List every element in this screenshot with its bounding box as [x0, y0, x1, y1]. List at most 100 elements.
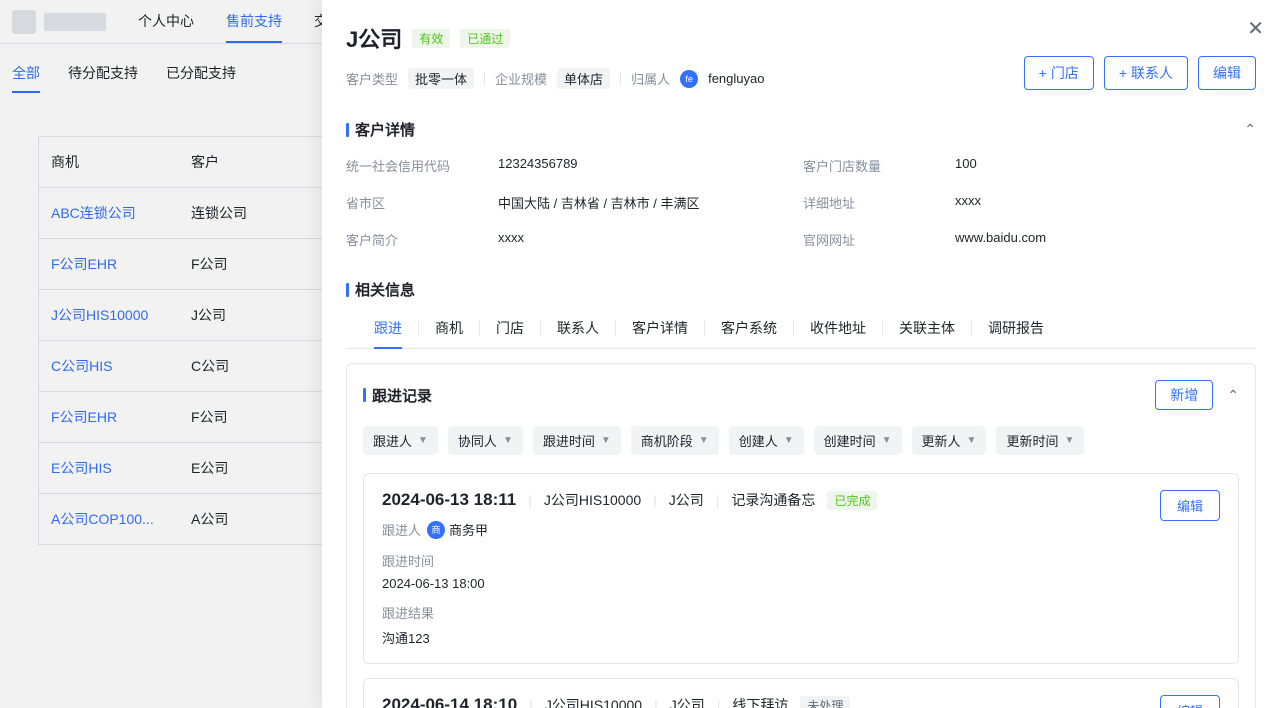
info-tab[interactable]: 客户系统 — [721, 308, 777, 348]
cell-customer: C公司 — [179, 341, 319, 391]
top-tab-personal[interactable]: 个人中心 — [138, 0, 194, 43]
cell-opportunity[interactable]: F公司EHR — [39, 239, 179, 289]
cell-opportunity[interactable]: ABC连锁公司 — [39, 188, 179, 238]
divider — [484, 72, 485, 86]
record-timestamp: 2024-06-13 18:11 — [382, 490, 516, 510]
filter-dropdown[interactable]: 创建人▼ — [729, 426, 804, 455]
chevron-down-icon: ▼ — [1064, 435, 1074, 446]
detail-value: www.baidu.com — [955, 230, 1256, 249]
cell-opportunity[interactable]: J公司HIS10000 — [39, 290, 179, 340]
top-tabs: 个人中心 售前支持 交 — [138, 0, 328, 43]
cell-customer: 连锁公司 — [179, 188, 319, 238]
filter-dropdown[interactable]: 协同人▼ — [448, 426, 523, 455]
tab-separator — [540, 321, 541, 335]
logo-placeholder — [12, 10, 36, 34]
record-subject: 线下拜访 — [732, 695, 788, 708]
detail-value: xxxx — [498, 230, 799, 249]
new-followup-button[interactable]: 新增 — [1155, 380, 1213, 410]
result-label: 跟进结果 — [382, 603, 1220, 622]
followtime-value: 2024-06-13 18:00 — [382, 576, 1220, 591]
add-contact-button[interactable]: +联系人 — [1104, 56, 1188, 90]
detail-label: 客户门店数量 — [803, 156, 951, 175]
info-tab[interactable]: 联系人 — [557, 308, 599, 348]
top-tab-presales[interactable]: 售前支持 — [226, 0, 282, 43]
edit-record-button[interactable]: 编辑 — [1160, 490, 1220, 521]
tab-separator — [704, 321, 705, 335]
plus-icon: + — [1039, 65, 1047, 81]
info-tab[interactable]: 调研报告 — [988, 308, 1044, 348]
record-timestamp: 2024-06-14 18:10 — [382, 695, 517, 708]
filter-dropdown[interactable]: 跟进人▼ — [363, 426, 438, 455]
record-status-badge: 未处理 — [800, 696, 850, 708]
filter-dropdown[interactable]: 跟进时间▼ — [533, 426, 621, 455]
detail-value: xxxx — [955, 193, 1256, 212]
meta-scale-value: 单体店 — [557, 68, 610, 89]
sub-tab-unassigned[interactable]: 待分配支持 — [68, 63, 138, 93]
close-icon[interactable]: ✕ — [1247, 16, 1264, 41]
filter-dropdown[interactable]: 创建时间▼ — [814, 426, 902, 455]
tab-separator — [793, 321, 794, 335]
meta-owner-label: 归属人 — [631, 69, 670, 88]
info-tab[interactable]: 客户详情 — [632, 308, 688, 348]
filter-dropdown[interactable]: 更新人▼ — [912, 426, 987, 455]
edit-record-button[interactable]: 编辑 — [1160, 695, 1220, 708]
meta-custtype-value: 批零一体 — [408, 68, 474, 89]
record-subject: 记录沟通备忘 — [731, 490, 815, 510]
cell-opportunity[interactable]: E公司HIS — [39, 443, 179, 493]
status-badge-approved: 已通过 — [460, 29, 510, 48]
brand-placeholder — [44, 13, 106, 31]
filter-dropdown[interactable]: 商机阶段▼ — [631, 426, 719, 455]
customer-title: J公司 — [346, 22, 402, 54]
info-tab[interactable]: 跟进 — [374, 308, 402, 348]
chevron-up-icon[interactable]: ⌃ — [1227, 387, 1239, 404]
detail-label: 客户简介 — [346, 230, 494, 249]
drawer-header: J公司 有效 已通过 客户类型 批零一体 企业规模 单体店 归属人 fe fen… — [322, 0, 1280, 107]
chevron-down-icon: ▼ — [967, 435, 977, 446]
avatar: 商 — [427, 521, 445, 539]
record-customer: J公司 — [670, 695, 705, 708]
chevron-down-icon: ▼ — [418, 435, 428, 446]
detail-label: 统一社会信用代码 — [346, 156, 494, 175]
detail-label: 详细地址 — [803, 193, 951, 212]
cell-customer: E公司 — [179, 443, 319, 493]
edit-button[interactable]: 编辑 — [1198, 56, 1256, 90]
chevron-down-icon: ▼ — [699, 435, 709, 446]
info-tab[interactable]: 门店 — [496, 308, 524, 348]
followup-record: 2024-06-14 18:10 | J公司HIS10000 | J公司 | 线… — [363, 678, 1239, 708]
detail-value: 中国大陆 / 吉林省 / 吉林市 / 丰满区 — [498, 193, 799, 212]
chevron-down-icon: ▼ — [882, 435, 892, 446]
record-customer: J公司 — [669, 490, 704, 510]
cell-opportunity[interactable]: C公司HIS — [39, 341, 179, 391]
plus-icon: + — [1119, 65, 1127, 81]
header-actions: +门店 +联系人 编辑 — [1024, 56, 1256, 90]
sub-tab-all[interactable]: 全部 — [12, 63, 40, 93]
cell-opportunity[interactable]: A公司COP100... — [39, 494, 179, 544]
sub-tab-assigned[interactable]: 已分配支持 — [166, 63, 236, 93]
followup-panel: 跟进记录 新增 ⌃ 跟进人▼协同人▼跟进时间▼商机阶段▼创建人▼创建时间▼更新人… — [346, 363, 1256, 708]
result-value: 沟通123 — [382, 628, 1220, 647]
chevron-up-icon[interactable]: ⌃ — [1244, 121, 1256, 138]
cell-customer: F公司 — [179, 239, 319, 289]
cell-customer: J公司 — [179, 290, 319, 340]
filter-dropdown[interactable]: 更新时间▼ — [996, 426, 1084, 455]
tab-separator — [479, 321, 480, 335]
add-store-button[interactable]: +门店 — [1024, 56, 1094, 90]
record-status-badge: 已完成 — [827, 491, 877, 510]
info-tab[interactable]: 商机 — [435, 308, 463, 348]
info-tab[interactable]: 收件地址 — [810, 308, 866, 348]
cell-opportunity[interactable]: F公司EHR — [39, 392, 179, 442]
owner-avatar: fe — [680, 70, 698, 88]
chevron-down-icon: ▼ — [784, 435, 794, 446]
customer-drawer: ✕ J公司 有效 已通过 客户类型 批零一体 企业规模 单体店 归属人 fe f… — [322, 0, 1280, 708]
status-badge-valid: 有效 — [412, 29, 450, 48]
customer-details-section: 客户详情 ⌃ 统一社会信用代码 12324356789 客户门店数量 100 省… — [322, 119, 1280, 267]
meta-owner-value: fengluyao — [708, 71, 764, 86]
record-opportunity: J公司HIS10000 — [544, 490, 641, 510]
tab-separator — [971, 321, 972, 335]
detail-label: 官网网址 — [803, 230, 951, 249]
person-chip: 商商务甲 — [427, 520, 488, 539]
followtime-label: 跟进时间 — [382, 551, 1220, 570]
detail-label: 省市区 — [346, 193, 494, 212]
followup-record: 2024-06-13 18:11 | J公司HIS10000 | J公司 | 记… — [363, 473, 1239, 664]
info-tab[interactable]: 关联主体 — [899, 308, 955, 348]
